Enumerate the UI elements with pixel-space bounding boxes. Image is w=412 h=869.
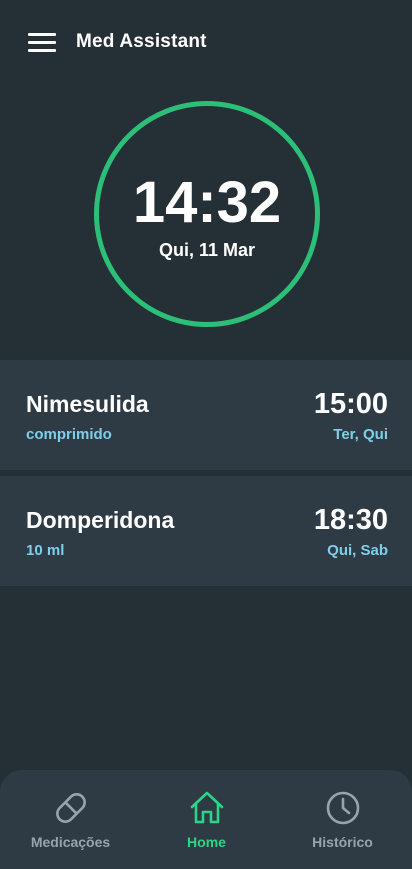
clock-history-icon (326, 791, 359, 825)
nav-label: Home (187, 834, 226, 850)
app-screen: Med Assistant 14:32 Qui, 11 Mar Nimesuli… (0, 0, 412, 869)
app-title: Med Assistant (76, 31, 207, 52)
menu-icon-line (28, 33, 56, 36)
clock-ring: 14:32 Qui, 11 Mar (94, 101, 320, 327)
medication-dose: comprimido (26, 426, 112, 443)
hamburger-menu-icon[interactable] (28, 31, 58, 55)
medication-time: 15:00 (313, 388, 388, 420)
pill-icon (55, 793, 86, 823)
nav-label: Medicações (30, 834, 111, 850)
nav-item-historico[interactable]: Histórico (274, 770, 411, 869)
medication-days: Ter, Qui (333, 426, 388, 443)
medication-days: Qui, Sab (327, 542, 388, 559)
medication-card[interactable]: Domperidona 10 ml 18:30 Qui, Sab (0, 476, 412, 586)
current-date: Qui, 11 Mar (158, 240, 256, 260)
medication-time: 18:30 (313, 504, 388, 536)
medication-card[interactable]: Nimesulida comprimido 15:00 Ter, Qui (0, 360, 412, 470)
top-app-bar: Med Assistant (0, 0, 412, 86)
current-time: 14:32 (132, 170, 282, 235)
medication-dose: 10 ml (26, 542, 65, 559)
menu-icon-line (28, 49, 56, 52)
home-icon (190, 791, 223, 824)
medication-name: Nimesulida (26, 391, 149, 417)
medication-name: Domperidona (26, 507, 175, 533)
nav-item-home[interactable]: Home (138, 770, 275, 869)
menu-icon-line (28, 41, 56, 44)
nav-item-medicacoes[interactable]: Medicações (2, 770, 139, 869)
nav-label: Histórico (312, 834, 373, 850)
medication-list: Nimesulida comprimido 15:00 Ter, Qui Dom… (0, 360, 412, 592)
bottom-navigation: Medicações Home Histórico (0, 770, 412, 869)
